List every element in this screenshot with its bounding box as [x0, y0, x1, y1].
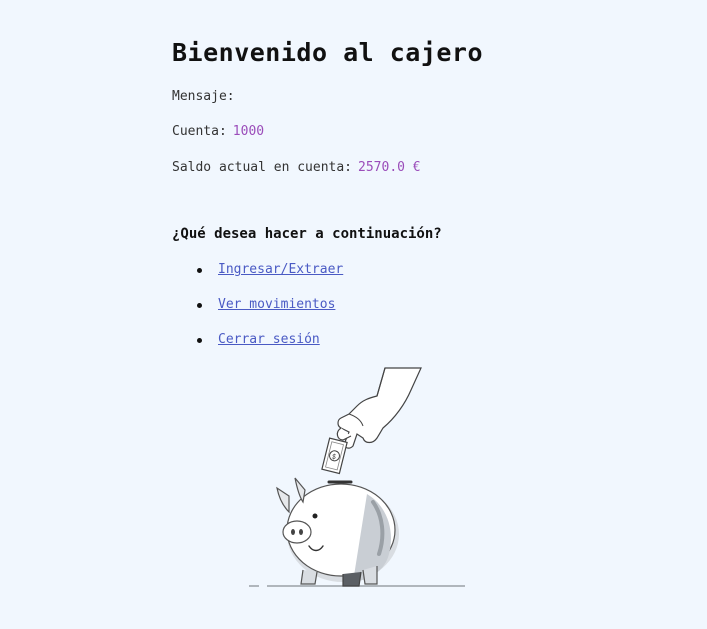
- atm-page: Bienvenido al cajero Mensaje: Cuenta: 100…: [0, 0, 707, 629]
- message-line: Mensaje:: [172, 89, 241, 104]
- balance-value: 2570.0 €: [358, 160, 421, 175]
- logout-link[interactable]: Cerrar sesión: [218, 332, 320, 347]
- account-label: Cuenta:: [172, 124, 227, 139]
- balance-line: Saldo actual en cuenta: 2570.0 €: [172, 160, 421, 175]
- bullet-icon: [197, 303, 202, 308]
- bullet-icon: [197, 268, 202, 273]
- deposit-withdraw-link[interactable]: Ingresar/Extraer: [218, 262, 343, 277]
- account-line: Cuenta: 1000: [172, 124, 264, 139]
- menu-heading: ¿Qué desea hacer a continuación?: [172, 226, 442, 242]
- page-title: Bienvenido al cajero: [172, 38, 484, 67]
- message-label: Mensaje:: [172, 89, 235, 104]
- view-transactions-link[interactable]: Ver movimientos: [218, 297, 335, 312]
- bullet-icon: [197, 338, 202, 343]
- balance-label: Saldo actual en cuenta:: [172, 160, 353, 175]
- account-value: 1000: [232, 124, 265, 139]
- piggy-bank-coin-hand-icon: $: [249, 367, 465, 587]
